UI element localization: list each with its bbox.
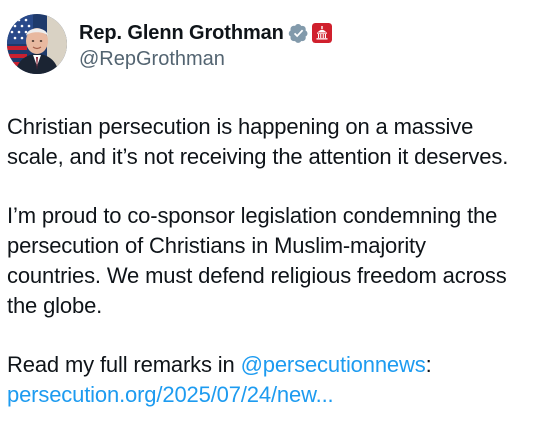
text-line: Read my full remarks in @persecutionnews… (7, 350, 547, 380)
text-line: countries. We must defend religious free… (7, 263, 507, 288)
author-handle[interactable]: @RepGrothman (79, 48, 332, 71)
text-line: the globe. (7, 293, 103, 318)
avatar[interactable] (7, 14, 67, 74)
tweet-paragraph-1: Christian persecution is happening on a … (7, 112, 547, 172)
tweet-text: Christian persecution is happening on a … (7, 112, 547, 410)
author-names: Rep. Glenn Grothman @RepGrothman (79, 20, 332, 71)
text-line: Christian persecution is happening on a … (7, 114, 474, 139)
text-line: I’m proud to co-sponsor legislation cond… (7, 203, 498, 228)
tweet-paragraph-3: Read my full remarks in @persecutionnews… (7, 350, 547, 410)
us-house-affiliate-icon[interactable] (311, 23, 332, 43)
tweet-header: Rep. Glenn Grothman @RepGrothman (7, 14, 332, 74)
verified-badge-icon[interactable] (288, 23, 309, 44)
avatar-image (7, 14, 67, 74)
mention-link[interactable]: @persecutionnews (241, 352, 426, 377)
tweet-paragraph-2: I’m proud to co-sponsor legislation cond… (7, 201, 547, 321)
remarks-suffix: : (425, 352, 432, 377)
remarks-prefix: Read my full remarks in (7, 352, 241, 377)
text-line: scale, and it’s not receiving the attent… (7, 144, 509, 169)
text-line: persecution of Christians in Muslim-majo… (7, 233, 426, 258)
display-name[interactable]: Rep. Glenn Grothman (79, 22, 284, 45)
article-url-link[interactable]: persecution.org/2025/07/24/new... (7, 380, 547, 410)
tweet: Rep. Glenn Grothman @RepGrothman Christi… (0, 0, 550, 439)
name-row: Rep. Glenn Grothman (79, 20, 332, 46)
